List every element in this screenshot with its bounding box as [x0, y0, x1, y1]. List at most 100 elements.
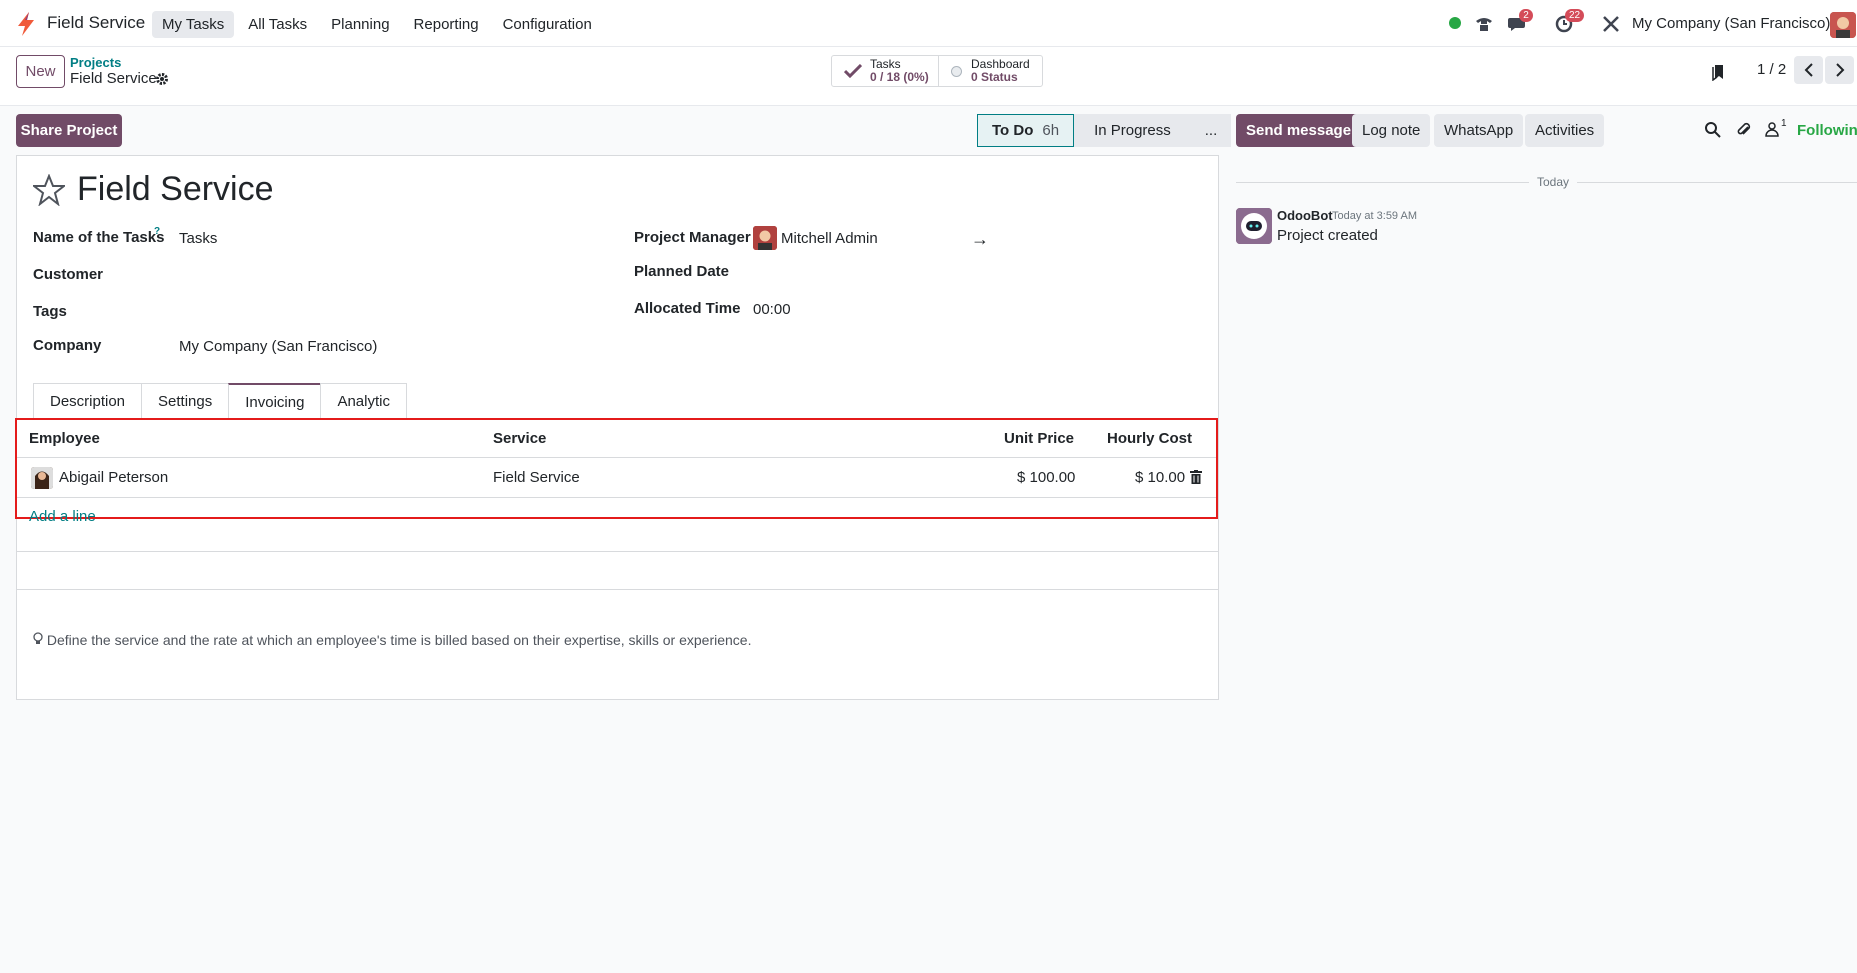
tasks-smart-button[interactable]: Tasks 0 / 18 (0%)	[832, 56, 939, 86]
employee-rate-table: Employee Service Unit Price Hourly Cost …	[15, 418, 1218, 525]
tab-settings[interactable]: Settings	[141, 383, 230, 419]
chevron-left-icon	[1804, 63, 1813, 77]
dashboard-smart-button[interactable]: Dashboard 0 Status	[939, 56, 1042, 86]
help-tooltip-icon[interactable]: ?	[154, 226, 160, 237]
share-project-button[interactable]: Share Project	[16, 114, 122, 147]
tab-analytic[interactable]: Analytic	[320, 383, 407, 419]
project-manager-avatar	[753, 226, 777, 250]
top-navbar: Field Service My Tasks All Tasks Plannin…	[0, 0, 1857, 47]
followers-button[interactable]: 1	[1765, 118, 1793, 141]
planned-date-end-field[interactable]	[1001, 261, 1201, 283]
unit-price-column-header[interactable]: Unit Price	[1004, 430, 1074, 447]
name-of-tasks-label: Name of the Tasks	[33, 229, 165, 246]
app-name[interactable]: Field Service	[47, 13, 145, 33]
tags-label: Tags	[33, 303, 67, 320]
dashboard-value: 0 Status	[971, 70, 1018, 84]
activities-badge: 22	[1565, 9, 1585, 22]
company-switcher[interactable]: My Company (San Francisco)	[1632, 15, 1830, 32]
stage-hours: 6h	[1042, 122, 1060, 139]
planned-date-label: Planned Date	[634, 263, 730, 280]
tab-description[interactable]: Description	[33, 383, 143, 419]
project-manager-label: Project Manager	[634, 229, 751, 246]
customer-label: Customer	[33, 266, 104, 283]
stage-in-progress[interactable]: In Progress	[1074, 114, 1185, 147]
stage-label: In Progress	[1094, 122, 1171, 139]
breadcrumb-current: Field Service	[70, 70, 157, 87]
allocated-time-field[interactable]: 00:00	[753, 301, 791, 318]
paperclip-icon[interactable]	[1735, 121, 1753, 139]
status-circle-icon	[951, 65, 962, 77]
menu-configuration[interactable]: Configuration	[493, 11, 602, 38]
breadcrumb-projects[interactable]: Projects	[70, 55, 121, 70]
field-service-logo-icon[interactable]	[16, 12, 36, 36]
pager-previous-button[interactable]	[1794, 56, 1823, 84]
name-of-tasks-field[interactable]: Tasks	[179, 230, 217, 247]
tab-invoicing[interactable]: Invoicing	[228, 383, 322, 420]
unit-price-cell[interactable]: $ 100.00	[1017, 469, 1075, 486]
planned-date-start-field[interactable]	[753, 261, 953, 283]
hourly-cost-column-header[interactable]: Hourly Cost	[1107, 430, 1192, 447]
message-body: Project created	[1277, 227, 1378, 244]
activities-button[interactable]: Activities	[1525, 114, 1605, 147]
menu-all-tasks[interactable]: All Tasks	[238, 11, 317, 38]
trash-icon[interactable]	[1190, 470, 1202, 484]
pager-value[interactable]: 1 / 2	[1757, 61, 1786, 78]
tasks-value: 0 / 18 (0%)	[870, 70, 929, 84]
check-icon	[844, 64, 862, 78]
project-title[interactable]: Field Service	[77, 170, 274, 209]
tags-field[interactable]	[179, 301, 609, 323]
invoicing-hint: Define the service and the rate at which…	[33, 632, 751, 648]
bookmark-icon[interactable]	[1712, 63, 1726, 81]
user-icon	[1765, 122, 1779, 137]
favorite-star-icon[interactable]	[33, 174, 65, 206]
add-a-line-link[interactable]: Add a line	[29, 508, 96, 525]
table-row[interactable]: Abigail Peterson Field Service $ 100.00 …	[17, 458, 1216, 498]
gear-icon[interactable]	[155, 72, 169, 86]
employee-cell[interactable]: Abigail Peterson	[59, 469, 168, 486]
odoobot-avatar[interactable]	[1236, 208, 1272, 244]
customer-field[interactable]	[179, 264, 609, 286]
company-field[interactable]: My Company (San Francisco)	[179, 338, 377, 355]
lightbulb-icon	[33, 632, 43, 644]
employee-column-header[interactable]: Employee	[29, 430, 100, 447]
stage-to-do[interactable]: To Do 6h	[977, 114, 1075, 147]
project-manager-field[interactable]: Mitchell Admin	[781, 230, 878, 247]
log-note-button[interactable]: Log note	[1352, 114, 1431, 147]
stage-statusbar: To Do 6h In Progress ...	[977, 114, 1232, 147]
hint-text: Define the service and the rate at which…	[46, 632, 752, 648]
stage-label: To Do	[992, 122, 1034, 139]
messages-icon[interactable]: 2	[1508, 9, 1533, 34]
message-time: Today at 3:59 AM	[1332, 210, 1417, 222]
followers-count: 1	[1781, 118, 1787, 129]
following-button[interactable]: Following	[1797, 122, 1857, 139]
company-label: Company	[33, 337, 102, 354]
activities-icon[interactable]: 22	[1554, 9, 1585, 34]
presence-status-icon[interactable]	[1449, 17, 1461, 29]
user-avatar[interactable]	[1830, 12, 1856, 38]
service-column-header[interactable]: Service	[493, 430, 546, 447]
hourly-cost-cell[interactable]: $ 10.00	[1135, 469, 1185, 486]
form-sheet: Field Service Name of the Tasks ? Tasks …	[15, 155, 1219, 700]
new-button[interactable]: New	[16, 55, 65, 88]
service-cell[interactable]: Field Service	[493, 469, 580, 486]
send-message-button[interactable]: Send message	[1236, 114, 1362, 147]
search-icon[interactable]	[1704, 121, 1722, 139]
tools-icon[interactable]	[1601, 14, 1621, 34]
control-panel: New Projects Field Service Tasks 0 / 18 …	[0, 47, 1857, 106]
divider	[17, 551, 1218, 552]
date-separator: Today	[1529, 175, 1578, 189]
menu-planning[interactable]: Planning	[321, 11, 399, 38]
whatsapp-button[interactable]: WhatsApp	[1434, 114, 1524, 147]
message-author[interactable]: OdooBot	[1277, 208, 1333, 223]
pager-next-button[interactable]	[1825, 56, 1854, 84]
chevron-right-icon	[1835, 63, 1844, 77]
stage-more[interactable]: ...	[1184, 114, 1232, 147]
phone-icon[interactable]	[1474, 14, 1494, 34]
menu-my-tasks[interactable]: My Tasks	[152, 11, 235, 38]
arrow-right-icon: →	[971, 229, 989, 249]
table-header: Employee Service Unit Price Hourly Cost	[17, 420, 1216, 458]
smart-buttons: Tasks 0 / 18 (0%) Dashboard 0 Status	[831, 55, 1043, 87]
menu-reporting[interactable]: Reporting	[404, 11, 489, 38]
employee-avatar	[31, 467, 53, 489]
form-tabs: Description Settings Invoicing Analytic	[33, 383, 1219, 420]
